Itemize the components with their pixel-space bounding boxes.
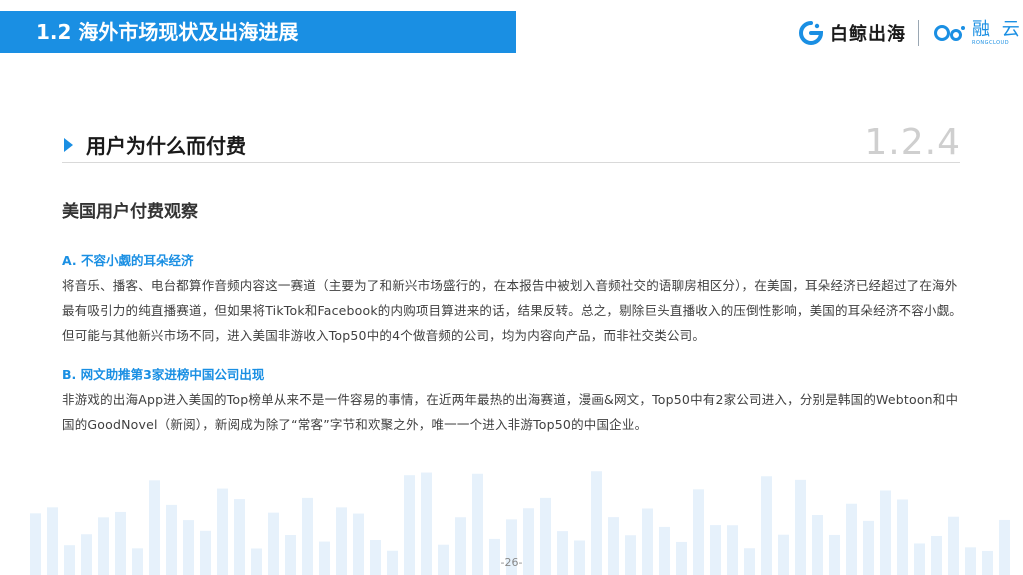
brand-rongcloud: 融 云 RONGCLOUD bbox=[932, 17, 1023, 49]
page-number: -26- bbox=[500, 556, 523, 569]
block-heading: A. 不容小觑的耳朵经济 bbox=[62, 253, 194, 268]
rongcloud-logo-icon bbox=[934, 25, 965, 41]
brand-divider bbox=[918, 20, 919, 46]
brand-baijing-name: 白鲸出海 bbox=[830, 24, 906, 45]
block-body: 非游戏的出海App进入美国的Top榜单从来不是一件容易的事情，在近两年最热的出海… bbox=[62, 392, 959, 432]
brand-rongcloud-name: 融 云 bbox=[972, 18, 1023, 40]
block-heading: B. 网文助推第3家进榜中国公司出现 bbox=[62, 367, 265, 382]
section-title: 用户为什么而付费 bbox=[86, 134, 246, 158]
brand-baijing: 白鲸出海 bbox=[798, 18, 906, 48]
section-arrow-icon bbox=[64, 138, 73, 152]
baijing-logo-icon bbox=[799, 21, 824, 45]
subtitle: 美国用户付费观察 bbox=[62, 202, 198, 222]
brand-rongcloud-sub: RONGCLOUD bbox=[972, 39, 1010, 46]
content-block-a: A. 不容小觑的耳朵经济 将音乐、播客、电台都算作音频内容这一赛道（主要为了和新… bbox=[62, 252, 962, 348]
content-block-b: B. 网文助推第3家进榜中国公司出现 非游戏的出海App进入美国的Top榜单从来… bbox=[62, 366, 962, 437]
section-number: 1.2.4 bbox=[864, 122, 961, 163]
section-divider bbox=[62, 162, 960, 163]
page-title: 1.2 海外市场现状及出海进展 bbox=[36, 20, 299, 44]
header-bar: 1.2 海外市场现状及出海进展 bbox=[0, 11, 516, 53]
block-body: 将音乐、播客、电台都算作音频内容这一赛道（主要为了和新兴市场盛行的，在本报告中被… bbox=[62, 278, 962, 343]
